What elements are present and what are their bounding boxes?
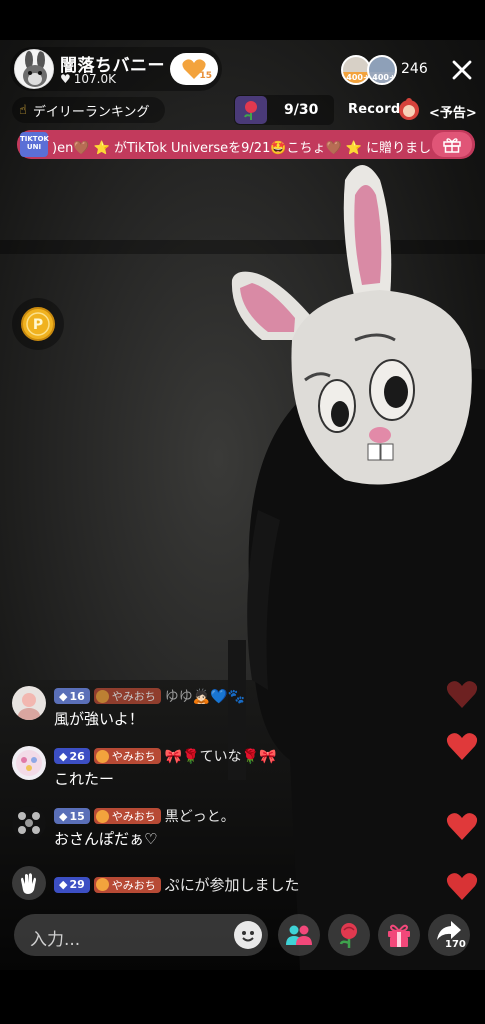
emoji-icon[interactable] (234, 921, 262, 949)
level-badge: ◆ 15 (54, 808, 90, 824)
commenter-name[interactable]: 黒どっと。 (165, 806, 235, 826)
fan-heart-icon (95, 749, 109, 763)
diamond-icon: ◆ (59, 809, 68, 823)
fan-club-name: やみおち (111, 878, 156, 892)
fan-club-button[interactable]: 15 (170, 53, 218, 85)
level-badge: ◆ 29 (54, 876, 90, 893)
finger-icon: ☝ (19, 102, 27, 118)
comment-input-placeholder[interactable]: 入力... (30, 925, 80, 950)
floating-heart-icon (446, 813, 478, 840)
diamond-icon: ◆ (59, 749, 68, 763)
level-value: 26 (69, 749, 85, 763)
comment-header: ◆ 15 やみおち 黒どっと。 (54, 806, 235, 826)
commenter-avatar[interactable] (12, 806, 46, 840)
diamond-icon: ◆ (59, 689, 68, 703)
heart-icon: ♥ (60, 72, 71, 86)
gift-goal-progress: 9/30 (284, 102, 319, 118)
host-like-value: 107.0K (73, 72, 116, 86)
commenter-name[interactable]: ゆゆ🙇🏻💙🐾 (165, 686, 245, 706)
level-badge: ◆ 16 (54, 688, 90, 704)
host-avatar[interactable] (14, 49, 54, 89)
fan-heart-icon (95, 878, 109, 891)
rose-icon (339, 923, 357, 948)
fan-club-name: やみおち (111, 810, 156, 823)
commenter-avatar[interactable] (12, 686, 46, 720)
level-value: 15 (69, 809, 85, 823)
coin-reward-button[interactable]: P (12, 298, 64, 350)
level-badge: ◆ 26 (54, 748, 90, 764)
rose-gift-button[interactable] (328, 914, 370, 956)
comment-message: おさんぽだぁ♡ (54, 830, 158, 848)
viewer-badge-2: 400+ (369, 72, 395, 83)
doll-icon (399, 98, 419, 120)
fan-club-badge: やみおち (93, 688, 161, 704)
gift-button[interactable] (378, 914, 420, 956)
commenter-avatar[interactable] (12, 866, 46, 900)
comment-header: ◆ 26 やみおち 🎀🌹ていな🌹🎀 (54, 746, 277, 766)
host-like-count: ♥ 107.0K (60, 72, 116, 86)
fan-heart-icon (95, 689, 109, 703)
fan-club-badge: やみおち (93, 876, 161, 893)
viewer-count[interactable]: 246 (401, 61, 428, 77)
commenter-name[interactable]: 🎀🌹ていな🌹🎀 (165, 746, 277, 766)
level-value: 16 (69, 689, 85, 703)
rose-gift-icon (235, 96, 267, 124)
join-message: ぷにが参加しました (164, 876, 300, 894)
daily-ranking-button[interactable]: ☝ デイリーランキング (12, 97, 165, 123)
fan-club-name: やみおち (111, 690, 156, 703)
floating-heart-icon (446, 681, 478, 708)
wave-hand-icon (21, 873, 36, 894)
gift-announcement-text: )en🤎 ⭐ がTikTok Universeを9/21🤩こちょ🤎 ⭐ に贈りま… (52, 141, 430, 156)
comment-header: ◆ 29 やみおち ぷにが参加しました (54, 874, 299, 895)
preview-label[interactable]: <予告> (429, 102, 477, 121)
comment-header: ◆ 16 やみおち ゆゆ🙇🏻💙🐾 (54, 686, 245, 706)
comment-message: これたー (54, 770, 115, 788)
guests-button[interactable] (278, 914, 320, 956)
record-label[interactable]: Record (348, 102, 400, 117)
level-value: 29 (69, 878, 85, 891)
commenter-avatar[interactable] (12, 746, 46, 780)
comment-message: 風が強いよ！ (54, 710, 144, 728)
gift-box-icon[interactable] (432, 132, 472, 157)
floating-heart-icon (446, 873, 478, 900)
fan-heart-icon (95, 809, 109, 823)
diamond-icon: ◆ (59, 878, 68, 891)
share-count: 170 (445, 939, 466, 950)
coin-icon: P (21, 307, 55, 341)
fan-club-count: 15 (199, 71, 212, 81)
close-icon[interactable] (448, 56, 476, 84)
top-viewer-avatar-2[interactable]: 400+ (367, 55, 397, 85)
gift-icon (388, 924, 410, 947)
fan-club-badge: やみおち (93, 808, 161, 824)
fan-club-name: やみおち (111, 750, 156, 763)
daily-ranking-label: デイリーランキング (32, 104, 150, 120)
fan-club-badge: やみおち (93, 748, 161, 764)
floating-heart-icon (446, 733, 478, 760)
people-icon (286, 925, 312, 945)
tiktok-universe-icon: TIKTOK UNI (20, 132, 49, 157)
svg-text:P: P (33, 317, 43, 333)
